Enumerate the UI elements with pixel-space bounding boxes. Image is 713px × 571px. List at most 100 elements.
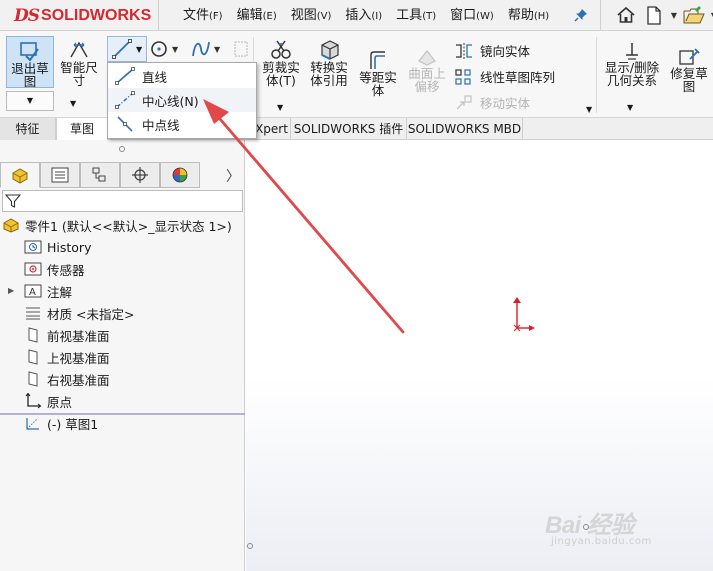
tree-node-part[interactable]: 零件1 (默认<<默认>_显示状态 1>) [2, 214, 232, 236]
menu-item-midpoint-line[interactable]: 中点线 [108, 112, 256, 136]
chevron-down-icon[interactable]: ▼ [277, 103, 283, 112]
tree-node-sensors[interactable]: 传感器 [24, 258, 85, 280]
chevron-down-icon[interactable]: ▼ [586, 105, 592, 114]
tree-node-material[interactable]: 材质 <未指定> [24, 302, 134, 324]
tree-node-right-plane[interactable]: 右视基准面 [24, 368, 110, 390]
trim-entities-button[interactable]: 剪裁实 体(T) [258, 39, 304, 87]
circle-icon [151, 41, 167, 57]
menu-help[interactable]: 帮助(H) [501, 0, 556, 31]
home-button[interactable] [614, 4, 638, 26]
offset-on-surface-button[interactable]: 曲面上 偏移 [404, 47, 450, 93]
chevron-down-icon[interactable]: ▼ [6, 91, 54, 111]
smart-dimension-button[interactable]: 智能尺 寸 [56, 36, 102, 88]
display-delete-label-2: 几何关系 [606, 73, 657, 88]
tab-displaymanager[interactable] [160, 162, 200, 188]
appearance-icon [172, 167, 188, 183]
new-document-button[interactable] [642, 4, 666, 26]
tab-solidworks-mbd[interactable]: SOLIDWORKS MBD [407, 118, 523, 140]
menu-window[interactable]: 窗口(W) [443, 0, 501, 31]
watermark-brand: Bai 经验 [545, 512, 635, 539]
mirror-icon [456, 42, 472, 59]
divider [596, 37, 597, 113]
chevron-down-icon[interactable]: ▼ [670, 4, 678, 26]
exit-sketch-button[interactable]: 退出草 图 [6, 36, 54, 88]
menu-item-midpoint-line-label: 中点线 [142, 117, 180, 133]
origin-label: 原点 [47, 394, 73, 410]
menu-insert[interactable]: 插入(I) [338, 0, 389, 31]
baidu-jingyan-watermark: Bai 经验 jingyan.baidu.com [545, 505, 705, 551]
home-icon [617, 6, 635, 23]
tree-node-front-plane[interactable]: 前视基准面 [24, 324, 110, 346]
repair-sketch-button[interactable]: 修复草 图 [668, 47, 710, 93]
exit-sketch-label-2: 图 [23, 74, 37, 89]
tree-node-origin[interactable]: 原点 [24, 390, 72, 412]
tree-node-history[interactable]: History [24, 236, 91, 258]
spline-tool-button[interactable]: ▼ [191, 39, 220, 59]
tab-configurationmanager[interactable] [80, 162, 120, 188]
menu-window-label: 窗口 [450, 8, 477, 23]
tab-features[interactable]: 特征 [0, 118, 56, 140]
plane-icon [24, 348, 42, 366]
move-entities-button[interactable]: 移动实体 [454, 93, 530, 112]
chevron-down-icon[interactable]: ▼ [70, 99, 76, 108]
mirror-entities-button[interactable]: 镜向实体 [454, 41, 530, 60]
tab-featuremanager[interactable] [0, 162, 40, 188]
plane-icon [24, 326, 42, 344]
tab-propertymanager[interactable] [40, 162, 80, 188]
offset-surface-label-2: 偏移 [414, 79, 440, 94]
expand-arrow-icon[interactable]: ▶ [8, 280, 14, 302]
solidworks-logo[interactable]: DS SOLIDWORKS [14, 4, 151, 28]
tree-node-annotations[interactable]: A 注解 [24, 280, 72, 302]
menu-edit[interactable]: 编辑(E) [230, 0, 284, 31]
sensors-label: 传感器 [47, 262, 85, 278]
rectangle-tool-button[interactable] [232, 39, 250, 62]
menu-help-label: 帮助 [507, 8, 534, 23]
chevron-down-icon[interactable]: ▼ [136, 45, 142, 54]
quick-access-toolbar: ▼ ▼ [614, 4, 713, 26]
linear-sketch-pattern-button[interactable]: 线性草图阵列 [454, 67, 555, 86]
tree-filter[interactable] [2, 190, 243, 212]
menu-item-line[interactable]: 直线 [108, 64, 256, 88]
menu-window-accel: (W) [476, 11, 494, 22]
plane-icon [24, 370, 42, 388]
pin-icon[interactable] [574, 8, 588, 22]
display-delete-relations-button[interactable]: 显示/删除 几何关系 [600, 41, 664, 87]
tab-dimxpertmanager[interactable] [120, 162, 160, 188]
convert-entities-button[interactable]: 转换实 体引用 [305, 39, 353, 87]
relations-icon [626, 43, 638, 60]
menu-file-accel: (F) [209, 11, 223, 22]
tab-solidworks-addins[interactable]: SOLIDWORKS 插件 [291, 118, 407, 140]
convert-entities-icon [321, 40, 339, 60]
line-tool-button[interactable]: ▼ [107, 36, 147, 62]
menu-file[interactable]: 文件(F) [176, 0, 230, 31]
part-icon [2, 216, 20, 234]
tree-node-sketch1[interactable]: (-) 草图1 [24, 412, 98, 434]
history-icon [24, 238, 42, 256]
menu-view-accel: (V) [316, 11, 332, 22]
menu-tools[interactable]: 工具(T) [389, 0, 443, 31]
menu-edit-label: 编辑 [236, 8, 263, 23]
sketch1-label: (-) 草图1 [47, 416, 99, 432]
main-menu: 文件(F) 编辑(E) 视图(V) 插入(I) 工具(T) 窗口(W) 帮助(H… [176, 0, 556, 31]
tab-sketch[interactable]: 草图 [56, 118, 108, 140]
chevron-down-icon[interactable]: ▼ [627, 103, 633, 112]
chevron-down-icon[interactable]: ▼ [214, 45, 220, 54]
part-name: 零件1 (默认<<默认>_显示状态 1>) [25, 218, 232, 234]
menu-item-centerline[interactable]: 中心线(N) [108, 88, 256, 112]
menu-view[interactable]: 视图(V) [284, 0, 339, 31]
panel-splitter-handle[interactable] [119, 146, 125, 152]
property-list-icon [51, 167, 69, 183]
resize-handle[interactable] [247, 543, 253, 549]
right-plane-label: 右视基准面 [47, 372, 110, 388]
tree-node-top-plane[interactable]: 上视基准面 [24, 346, 110, 368]
offset-entities-button[interactable]: 等距实 体 [356, 39, 400, 97]
chevron-down-icon[interactable]: ▼ [172, 45, 178, 54]
line-icon [112, 67, 138, 85]
circle-tool-button[interactable]: ▼ [149, 39, 178, 59]
chevron-right-icon[interactable]: 〉 [226, 166, 240, 186]
menu-edit-accel: (E) [262, 11, 277, 22]
feature-manager-panel: 〉 零件1 (默认<<默认>_显示状态 1>) History 传感器 ▶ A … [0, 140, 245, 571]
tab-xpert[interactable]: Xpert [253, 118, 291, 140]
divider [600, 0, 601, 31]
open-button[interactable] [682, 4, 706, 26]
